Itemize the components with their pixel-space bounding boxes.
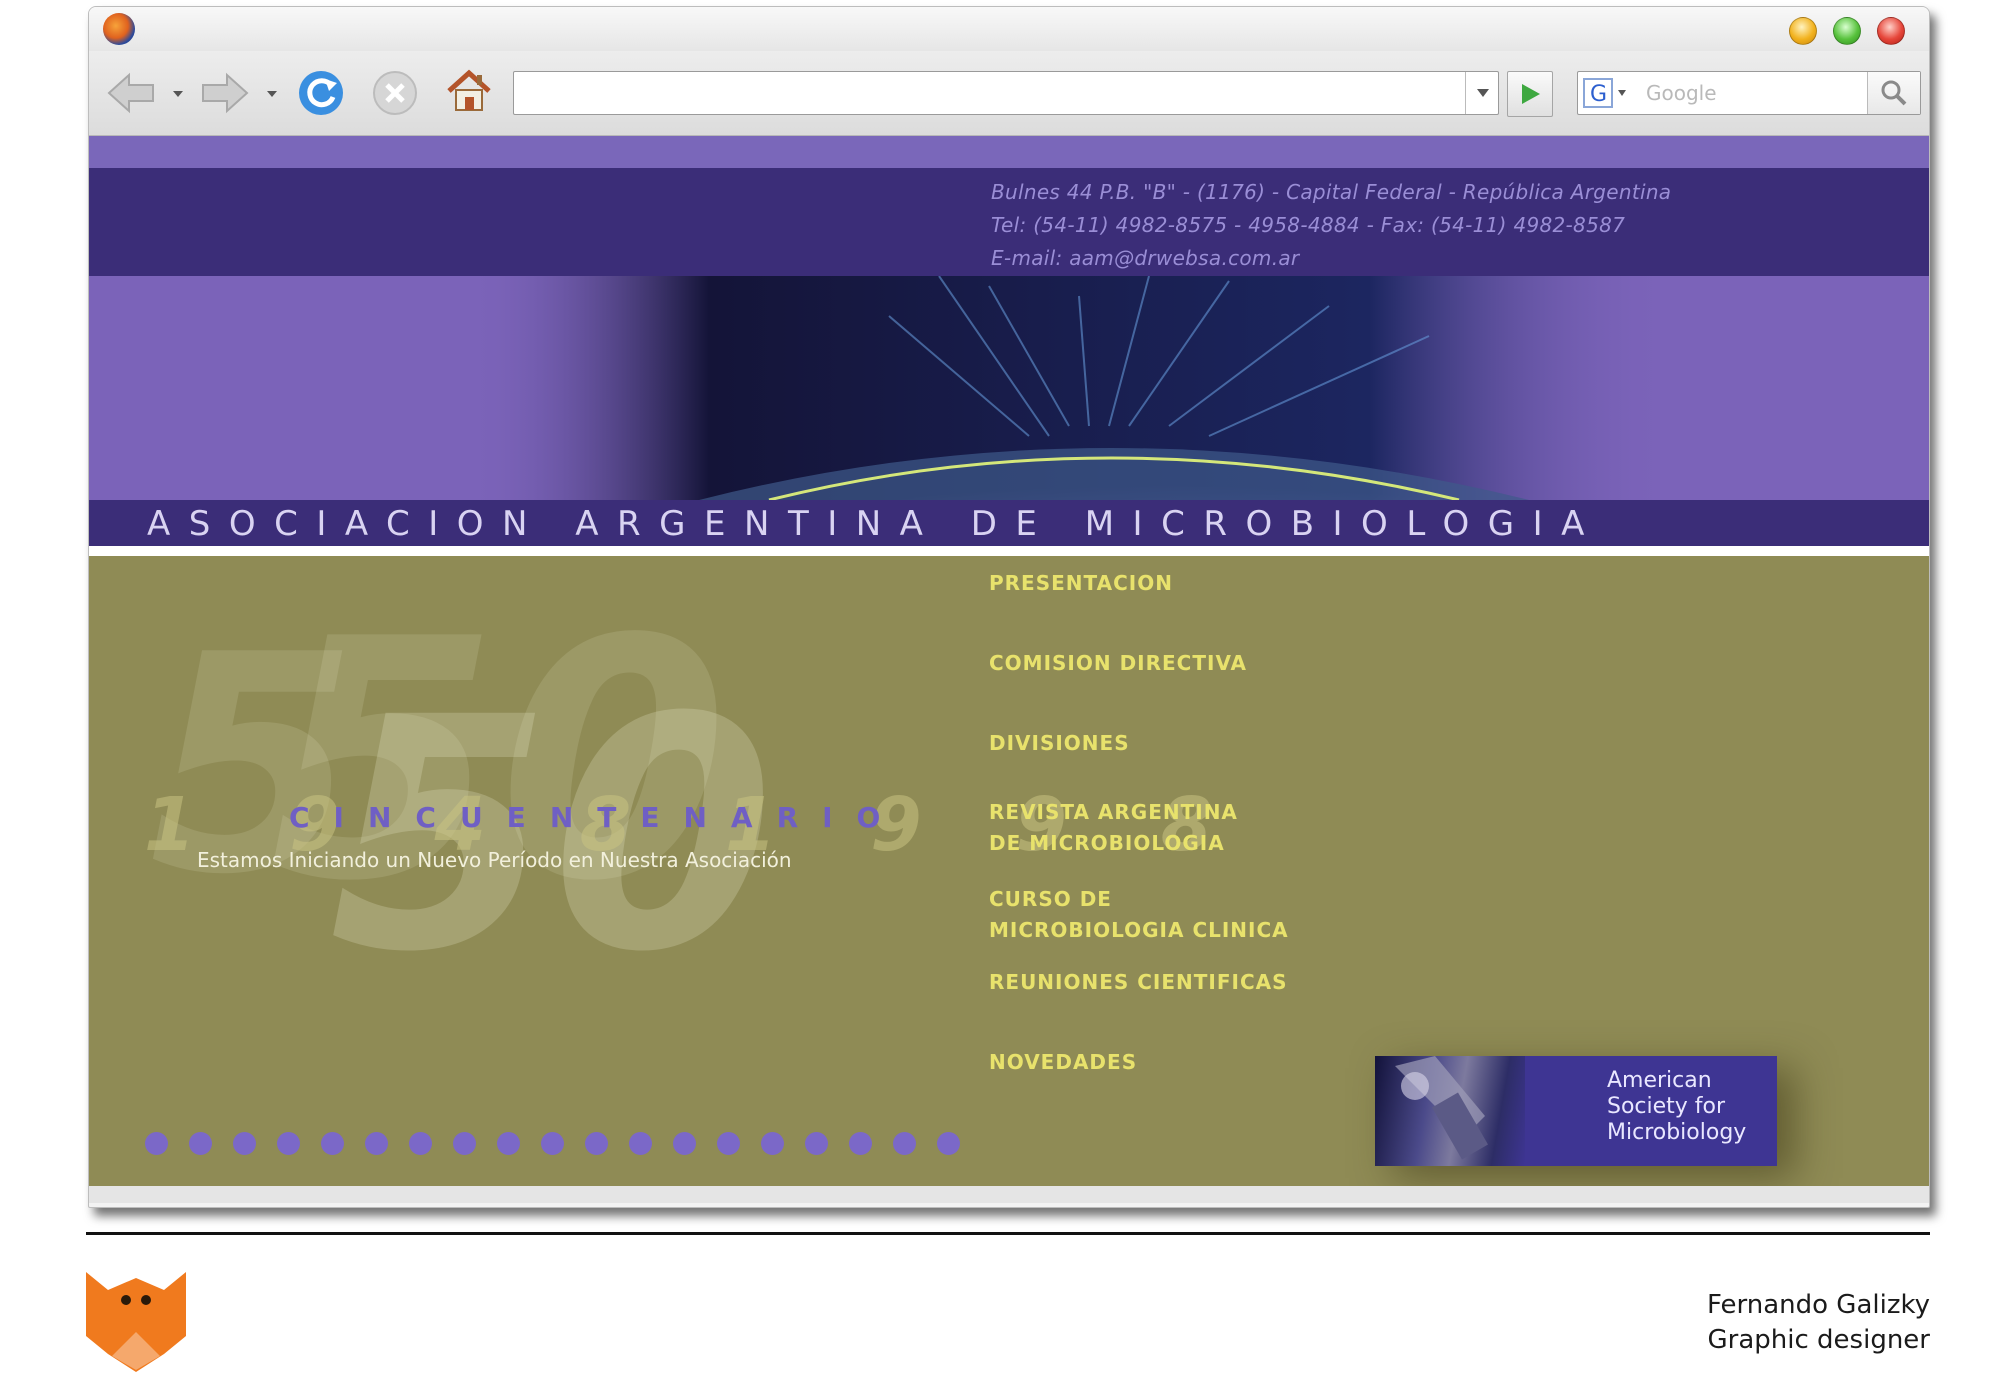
minimize-button[interactable] — [1789, 17, 1817, 45]
decorative-dot — [145, 1132, 168, 1155]
decorative-dot — [233, 1132, 256, 1155]
magnifier-icon — [1881, 80, 1907, 106]
decorative-dot-row — [145, 1132, 960, 1155]
close-button[interactable] — [1877, 17, 1905, 45]
firefox-logo-icon — [103, 13, 135, 45]
separator-line — [89, 546, 1929, 556]
search-bar: G — [1577, 71, 1921, 115]
header-banner — [89, 276, 1929, 500]
forward-arrow-icon[interactable] — [199, 69, 251, 117]
menu-item-reuniones-cientificas[interactable]: REUNIONES CIENTIFICAS — [989, 967, 1349, 998]
site-title: ASOCIACION ARGENTINA DE MICROBIOLOGIA — [147, 504, 1603, 544]
home-icon[interactable] — [443, 65, 495, 117]
back-arrow-icon[interactable] — [105, 69, 157, 117]
menu-item-revista-argentina[interactable]: REVISTA ARGENTINA DE MICROBIOLOGIA — [989, 797, 1349, 859]
contact-address: Bulnes 44 P.B. "B" - (1176) - Capital Fe… — [991, 180, 1672, 204]
decorative-dot — [541, 1132, 564, 1155]
decorative-dot — [453, 1132, 476, 1155]
address-bar[interactable] — [513, 71, 1499, 115]
navigation-toolbar: G — [89, 51, 1929, 136]
footer-divider — [86, 1232, 1930, 1235]
decorative-dot — [717, 1132, 740, 1155]
decorative-dot — [189, 1132, 212, 1155]
contact-phones: Tel: (54-11) 4982-8575 - 4958-4884 - Fax… — [991, 213, 1626, 237]
search-button[interactable] — [1867, 72, 1920, 114]
decorative-dot — [585, 1132, 608, 1155]
sponsor-name: American Society for Microbiology — [1607, 1068, 1747, 1145]
microscope-image — [1375, 1056, 1525, 1166]
top-strip — [89, 136, 1929, 168]
designer-name: Fernando Galizky — [1706, 1290, 1930, 1320]
browser-window: G Bulnes 44 P.B. "B" - (1176) - Capital … — [88, 6, 1930, 1208]
menu-item-divisiones[interactable]: DIVISIONES — [989, 728, 1349, 759]
google-engine-icon[interactable]: G — [1582, 76, 1630, 110]
designer-logo-icon — [86, 1272, 186, 1372]
decorative-dot — [629, 1132, 652, 1155]
menu-item-comision-directiva[interactable]: COMISION DIRECTIVA — [989, 648, 1349, 679]
anniversary-heading: CINCUENTENARIO — [289, 801, 905, 834]
back-history-dropdown-icon[interactable] — [173, 91, 183, 97]
anniversary-subtitle: Estamos Iniciando un Nuevo Período en Nu… — [197, 848, 792, 872]
decorative-dot — [805, 1132, 828, 1155]
menu-item-presentacion[interactable]: PRESENTACION — [989, 568, 1349, 599]
decorative-dot — [893, 1132, 916, 1155]
decorative-dot — [673, 1132, 696, 1155]
contact-header: Bulnes 44 P.B. "B" - (1176) - Capital Fe… — [89, 168, 1929, 276]
reload-icon[interactable] — [295, 67, 347, 119]
decorative-dot — [761, 1132, 784, 1155]
asm-sponsor-banner[interactable]: American Society for Microbiology — [1375, 1056, 1777, 1166]
search-input[interactable] — [1640, 76, 1864, 110]
decorative-dot — [497, 1132, 520, 1155]
go-arrow-icon — [1522, 84, 1540, 104]
decorative-dot — [849, 1132, 872, 1155]
decorative-dot — [365, 1132, 388, 1155]
contact-email[interactable]: E-mail: aam@drwebsa.com.ar — [991, 242, 1671, 275]
forward-history-dropdown-icon[interactable] — [267, 91, 277, 97]
stop-icon[interactable] — [371, 69, 419, 117]
site-title-band: ASOCIACION ARGENTINA DE MICROBIOLOGIA — [89, 500, 1929, 546]
decorative-dot — [321, 1132, 344, 1155]
contact-info: Bulnes 44 P.B. "B" - (1176) - Capital Fe… — [991, 176, 1671, 275]
page-bottom-strip — [89, 1186, 1929, 1203]
svg-text:G: G — [1590, 82, 1607, 107]
maximize-button[interactable] — [1833, 17, 1861, 45]
designer-credit: Fernando Galizky Graphic designer — [1707, 1288, 1930, 1358]
title-bar — [89, 7, 1929, 51]
main-content: 5 50 50 1 9 4 8 1 9 9 8 CINCUENTENARIO E… — [89, 556, 1929, 1186]
address-history-dropdown[interactable] — [1465, 72, 1499, 114]
go-button[interactable] — [1507, 71, 1553, 117]
decorative-dot — [277, 1132, 300, 1155]
web-page: Bulnes 44 P.B. "B" - (1176) - Capital Fe… — [89, 136, 1929, 1203]
menu-item-novedades[interactable]: NOVEDADES — [989, 1047, 1349, 1078]
decorative-dot — [409, 1132, 432, 1155]
designer-role: Graphic designer — [1707, 1325, 1930, 1355]
microbiology-banner-image — [469, 276, 1669, 500]
menu-item-curso-microbiologia[interactable]: CURSO DE MICROBIOLOGIA CLINICA — [989, 884, 1349, 946]
decorative-dot — [937, 1132, 960, 1155]
